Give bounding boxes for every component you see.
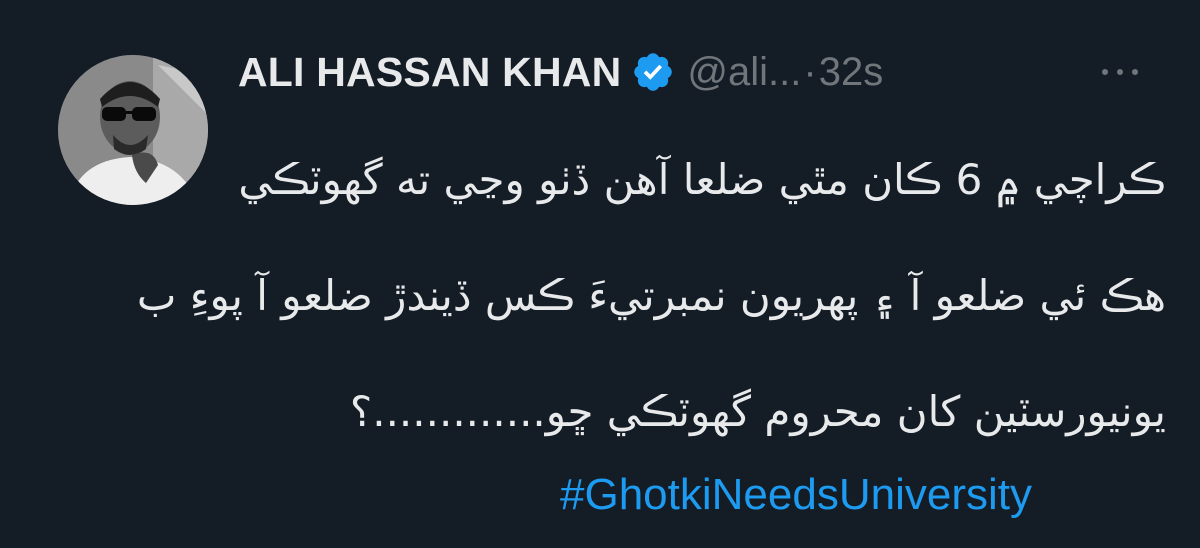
verified-badge-icon — [631, 50, 675, 94]
tweet-text-line: ڪراچي ۾ 6 ڪان مٿي ضلعا آهن ڏٺو وڃي ته گه… — [238, 155, 1166, 204]
author-handle[interactable]: @ali... — [687, 50, 801, 95]
tweet-header: ALI HASSAN KHAN @ali... · 32s — [238, 42, 883, 102]
author-name[interactable]: ALI HASSAN KHAN — [238, 49, 621, 96]
timestamp[interactable]: 32s — [819, 50, 884, 95]
more-dot — [1117, 69, 1123, 75]
hashtag-link[interactable]: #GhotkiNeedsUniversity — [560, 470, 1032, 520]
more-options-icon[interactable] — [1096, 62, 1144, 82]
tweet-text-line: هڪ ئي ضلعو آ ۽ پهريون نمبرتيءَ ڪس ڏيندڙ … — [136, 271, 1166, 320]
avatar[interactable] — [58, 55, 208, 205]
more-dot — [1132, 69, 1138, 75]
tweet-text-line: يونيورسٽين کان محروم گهوٽڪي ڇو..........… — [349, 387, 1166, 436]
avatar-image — [58, 55, 208, 205]
more-dot — [1102, 69, 1108, 75]
separator-dot: · — [803, 49, 817, 94]
